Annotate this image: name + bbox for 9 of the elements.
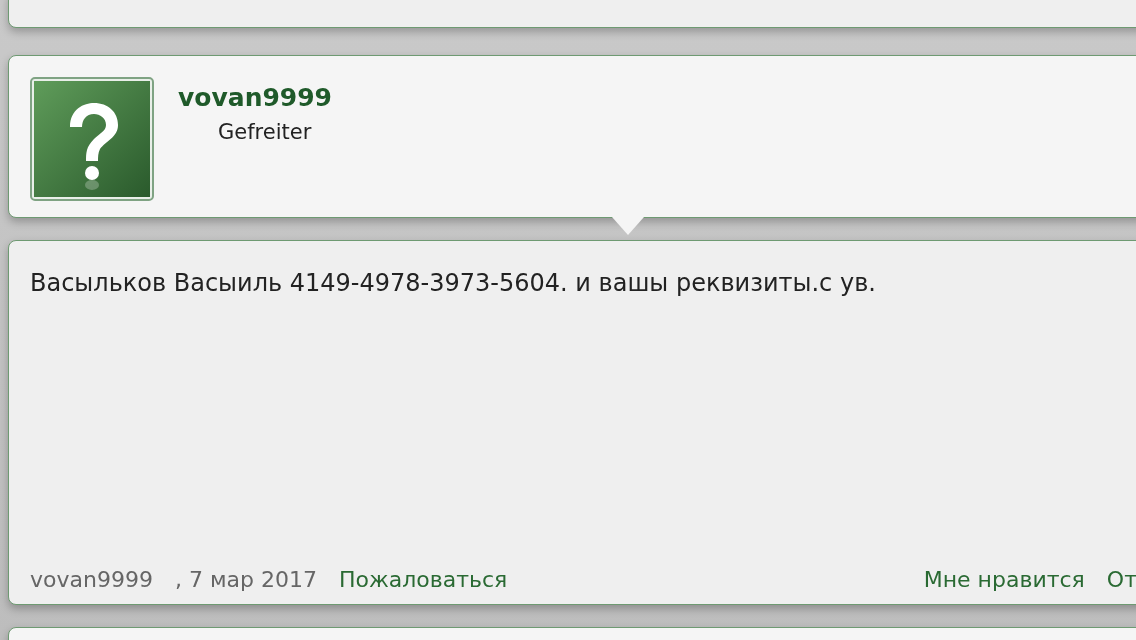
post-date: , 7 мар 2017 [174,567,317,592]
author-link[interactable]: vovan9999 [30,567,153,592]
user-rank: Gefreiter [218,120,313,144]
reply-link[interactable]: От [1106,567,1136,592]
like-link[interactable]: Мне нравится [923,567,1085,592]
report-link[interactable]: Пожаловаться [338,567,508,592]
username-link[interactable]: vovan9999 [178,83,333,112]
message-text: Васыльков Васыиль 4149-4978-3973-5604. и вашы реквизиты.с ув. [30,269,877,297]
avatar-icon[interactable] [30,77,154,201]
